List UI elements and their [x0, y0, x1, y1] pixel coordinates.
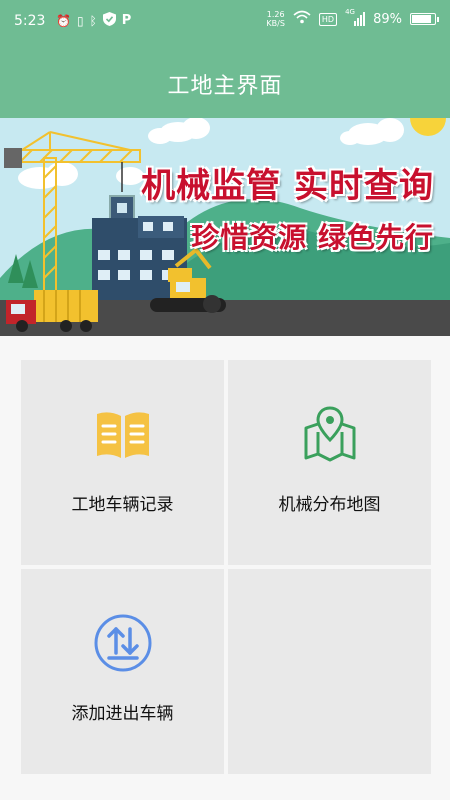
status-time: 5:23 [14, 13, 46, 29]
bluetooth-icon: ᛒ [89, 14, 97, 28]
banner: 机械监管 实时查询 珍惜资源 绿色先行 [0, 118, 450, 336]
hd-badge: HD [318, 12, 338, 26]
menu-item-label: 工地车辆记录 [71, 495, 174, 515]
menu-item-empty [228, 569, 431, 774]
open-book-icon [93, 404, 153, 464]
alarm-icon: ⏰ [56, 14, 71, 28]
vibrate-icon: ▯ [76, 14, 84, 28]
menu-item-add-vehicle[interactable]: 添加进出车辆 [21, 569, 224, 774]
wifi-icon [293, 10, 311, 28]
status-icons-left: ⏰ ▯ ᛒ P [56, 12, 131, 30]
page-title: 工地主界面 [167, 74, 283, 99]
menu-item-machine-map[interactable]: 机械分布地图 [228, 360, 431, 565]
status-bar: 5:23 ⏰ ▯ ᛒ P 1.26 KB/S HD 4G 89% [0, 0, 450, 44]
p-app-icon: P [121, 13, 132, 28]
battery-fill [412, 15, 432, 23]
menu-grid: 工地车辆记录 机械分布地图 添加进出车辆 [21, 360, 431, 774]
banner-slogan-primary: 机械监管 实时查询 [141, 166, 434, 206]
status-icons-right: 1.26 KB/S HD 4G 89% [266, 8, 439, 28]
menu-item-label: 添加进出车辆 [71, 704, 174, 724]
app-header: 工地主界面 [0, 44, 450, 118]
signal-icon: 4G [345, 8, 366, 26]
menu-item-vehicle-records[interactable]: 工地车辆记录 [21, 360, 224, 565]
map-pin-icon [300, 404, 360, 464]
battery-percent: 89% [373, 11, 402, 27]
shield-icon [102, 12, 116, 30]
menu-item-label: 机械分布地图 [278, 495, 381, 515]
network-speed: 1.26 KB/S [266, 10, 285, 28]
banner-slogan-secondary: 珍惜资源 绿色先行 [191, 221, 434, 254]
battery-icon [410, 13, 439, 25]
up-down-arrows-icon [93, 613, 153, 673]
